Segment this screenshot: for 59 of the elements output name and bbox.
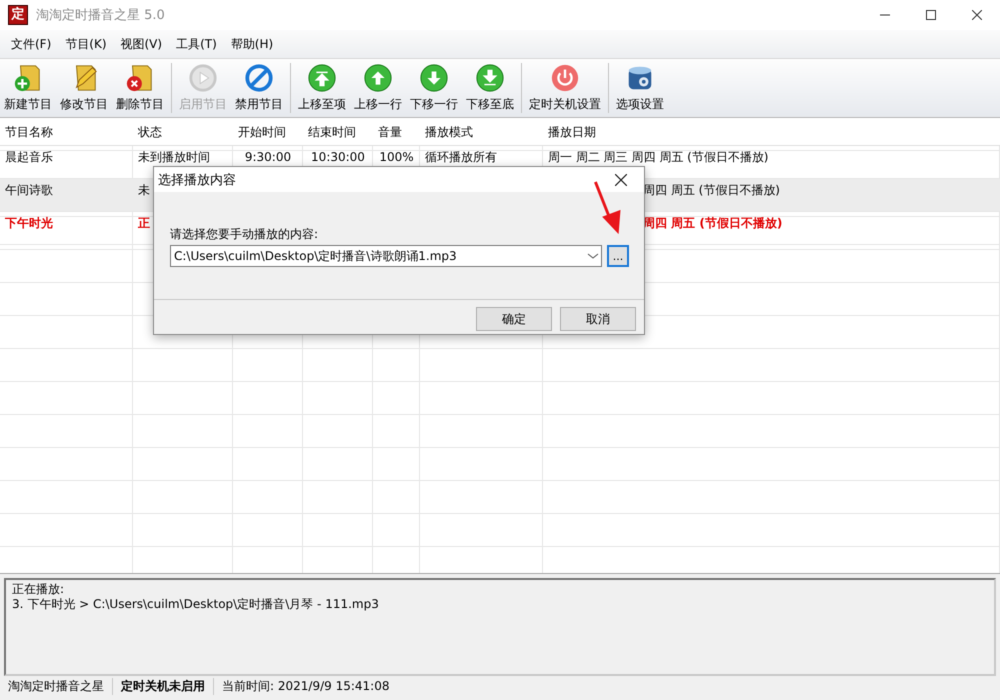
- table-cell: 未: [138, 183, 150, 197]
- table-cell: 100%: [379, 150, 414, 164]
- toolbar-button[interactable]: 选项设置: [612, 59, 668, 117]
- arrow-bottom-icon: [475, 63, 505, 93]
- now-playing-text: 3. 下午时光 > C:\Users\cuilm\Desktop\定时播音\月琴 - 111.mp3: [12, 597, 380, 612]
- toolbar-button[interactable]: 删除节目: [112, 59, 168, 117]
- power-icon: [550, 63, 580, 93]
- toolbar-button[interactable]: 修改节目: [56, 59, 112, 117]
- table-cell: 9:30:00: [244, 150, 292, 164]
- toolbar-button[interactable]: 定时关机设置: [525, 59, 605, 117]
- table-cell: 正: [138, 216, 150, 230]
- arrow-up-icon: [363, 63, 393, 93]
- menu-item[interactable]: 帮助(H): [224, 36, 280, 52]
- browse-button[interactable]: ...: [607, 245, 629, 267]
- caret-icon: [585, 251, 601, 261]
- status-text: 当前时间: 2021/9/9 15:41:08: [221, 678, 390, 694]
- play-icon: [188, 63, 218, 93]
- table-cell: 午间诗歌: [5, 183, 53, 197]
- table-cell: 周一 周二 周三 周四 周五 (节假日不播放): [548, 150, 768, 164]
- close-icon: [972, 10, 982, 20]
- column-header[interactable]: 状态: [138, 124, 162, 138]
- column-header[interactable]: 节目名称: [5, 124, 53, 138]
- arrow-top-icon: [307, 63, 337, 93]
- table-cell: 循环播放所有: [425, 150, 497, 164]
- status-text: 定时关机未启用: [113, 678, 214, 694]
- field-label: 请选择您要手动播放的内容:: [170, 227, 318, 241]
- arrow-down-icon: [419, 63, 449, 93]
- dialog-title: 选择播放内容: [158, 172, 237, 188]
- toolbar-button[interactable]: 上移至项: [294, 59, 350, 117]
- table-cell: 10:30:00: [311, 150, 365, 164]
- ban-icon: [244, 63, 274, 93]
- menu-item[interactable]: 文件(F): [4, 36, 58, 52]
- file-combo-field[interactable]: C:\Users\cuilm\Desktop\定时播音\诗歌朗诵1.mp3: [170, 245, 602, 267]
- close-icon: [615, 174, 627, 186]
- table-cell: 周四 周五 (节假日不播放): [643, 183, 780, 197]
- toolbar-button[interactable]: 下移一行: [406, 59, 462, 117]
- toolbar-button[interactable]: 禁用节目: [231, 59, 287, 117]
- table-cell: 未到播放时间: [138, 150, 210, 164]
- table-cell: 晨起音乐: [5, 150, 53, 164]
- column-header[interactable]: 播放日期: [548, 124, 596, 138]
- app-logo: 定: [8, 5, 28, 25]
- column-header[interactable]: 开始时间: [238, 124, 286, 138]
- menu-item[interactable]: 工具(T): [169, 36, 224, 52]
- toolbar-button[interactable]: 下移至底: [462, 59, 518, 117]
- pointer-arrow: [592, 180, 622, 236]
- now-playing-heading: 正在播放:: [12, 582, 66, 597]
- maximize-icon: [926, 10, 936, 20]
- toolbar-button[interactable]: 上移一行: [350, 59, 406, 117]
- window-title: 淘淘定时播音之星 5.0: [36, 7, 166, 24]
- column-header[interactable]: 音量: [378, 124, 402, 138]
- ok-button[interactable]: 确定: [476, 307, 552, 331]
- column-header[interactable]: 结束时间: [308, 124, 356, 138]
- status-text: 淘淘定时播音之星: [0, 678, 113, 694]
- column-header[interactable]: 播放模式: [425, 124, 473, 138]
- table-cell: 下午时光: [5, 216, 53, 230]
- toolbar-button[interactable]: 新建节目: [0, 59, 56, 117]
- menu-item[interactable]: 节目(K): [58, 36, 114, 52]
- cancel-button[interactable]: 取消: [560, 307, 636, 331]
- menu-item[interactable]: 视图(V): [114, 36, 170, 52]
